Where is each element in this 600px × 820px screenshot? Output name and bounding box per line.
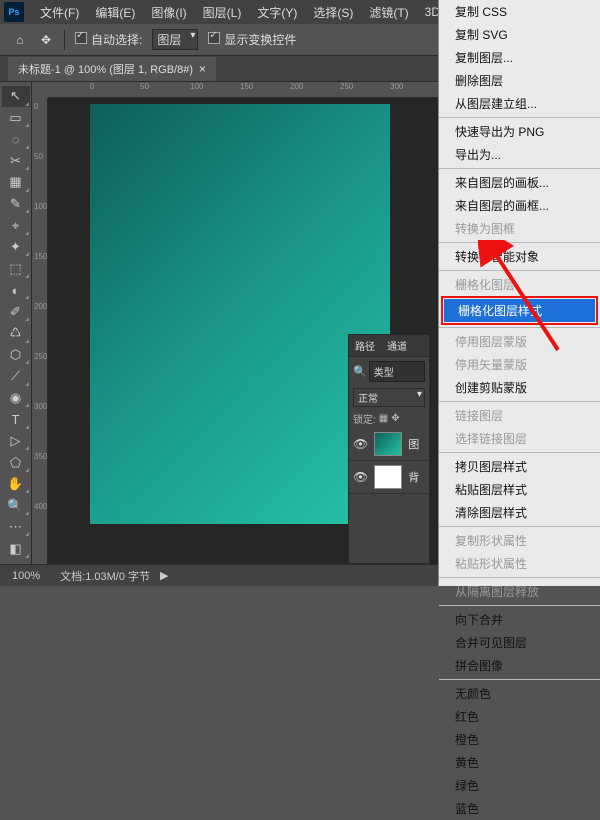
text-tool[interactable]: T: [2, 409, 30, 430]
layer-thumbnail[interactable]: [374, 465, 402, 489]
document-canvas[interactable]: [90, 104, 390, 524]
move-tool-icon[interactable]: ✥: [38, 32, 54, 48]
search-icon: 🔍: [353, 365, 367, 378]
ctx-item[interactable]: 复制 CSS: [439, 0, 600, 23]
ctx-item[interactable]: 无颜色: [439, 682, 600, 705]
eraser-tool[interactable]: ✐: [2, 301, 30, 322]
layer-context-menu: 复制 CSS复制 SVG复制图层...删除图层从图层建立组... 快速导出为 PN…: [438, 0, 600, 586]
crop-tool[interactable]: ✂: [2, 151, 30, 172]
ctx-item: 栅格化图层: [439, 273, 600, 296]
ruler-origin[interactable]: [32, 82, 48, 98]
layer-lock-row: 锁定:▦✥: [349, 409, 429, 428]
ctx-item[interactable]: 粘贴图层样式: [439, 478, 600, 501]
menu-layer[interactable]: 图层(L): [195, 4, 250, 21]
ctx-item: 从隔离图层释放: [439, 580, 600, 603]
ctx-item: 转换为图框: [439, 217, 600, 240]
layer-name[interactable]: 图: [408, 436, 419, 452]
document-tab[interactable]: 未标题-1 @ 100% (图层 1, RGB/8#) ×: [8, 57, 216, 81]
auto-select-target[interactable]: 图层: [152, 29, 198, 50]
ctx-item[interactable]: 黄色: [439, 751, 600, 774]
history-brush-tool[interactable]: ◐: [2, 280, 30, 301]
eyedropper-tool[interactable]: ✎: [2, 194, 30, 215]
ctx-item[interactable]: 来自图层的画框...: [439, 194, 600, 217]
menu-type[interactable]: 文字(Y): [249, 4, 305, 21]
spot-heal-tool[interactable]: ⌖: [2, 215, 30, 236]
hand-tool[interactable]: ✋: [2, 474, 30, 495]
path-select-tool[interactable]: ▷: [2, 431, 30, 452]
layers-panel: ◨▤◑ 路径 通道 🔍 类型 正常 锁定:▦✥ 👁 图 👁 背: [348, 334, 430, 564]
layer-filter-type[interactable]: 类型: [369, 361, 425, 382]
ctx-item: 选择链接图层: [439, 427, 600, 450]
gradient-tool[interactable]: ♺: [2, 323, 30, 344]
ctx-item[interactable]: 清除图层样式: [439, 501, 600, 524]
ctx-item[interactable]: 转换为智能对象: [439, 245, 600, 268]
ctx-item[interactable]: 创建剪贴蒙版: [439, 376, 600, 399]
ctx-item-rasterize-style[interactable]: 栅格化图层样式: [444, 299, 595, 322]
vertical-ruler[interactable]: 0 50 100 150 200 250 300 350 400: [32, 98, 48, 564]
ctx-item[interactable]: 快速导出为 PNG: [439, 120, 600, 143]
zoom-tool[interactable]: 🔍: [2, 495, 30, 516]
menu-image[interactable]: 图像(I): [143, 4, 194, 21]
lasso-tool[interactable]: ◌: [2, 129, 30, 150]
layer-thumbnail[interactable]: [374, 432, 402, 456]
home-icon[interactable]: ⌂: [12, 32, 28, 48]
blur-tool[interactable]: ⬡: [2, 345, 30, 366]
menu-filter[interactable]: 滤镜(T): [361, 4, 416, 21]
ctx-item: 复制形状属性: [439, 529, 600, 552]
paths-tab[interactable]: 路径: [349, 335, 381, 356]
visibility-toggle[interactable]: 👁: [353, 437, 368, 451]
layer-row[interactable]: 👁 背: [349, 461, 429, 494]
zoom-level[interactable]: 100%: [12, 570, 40, 582]
ctx-item[interactable]: 导出为...: [439, 143, 600, 166]
ctx-item[interactable]: 合并可见图层: [439, 631, 600, 654]
tools-palette: ↖ ▭ ◌ ✂ ▦ ✎ ⌖ ✦ ⬚ ◐ ✐ ♺ ⬡ ⟋ ◉ T ▷ ⬠ ✋ 🔍 …: [0, 82, 32, 564]
doc-info[interactable]: 文档:1.03M/0 字节▶: [60, 568, 168, 584]
menu-file[interactable]: 文件(F): [32, 4, 87, 21]
ctx-item[interactable]: 复制图层...: [439, 46, 600, 69]
ctx-item[interactable]: 拼合图像: [439, 654, 600, 677]
ctx-item[interactable]: 删除图层: [439, 69, 600, 92]
ctx-item: 停用矢量蒙版: [439, 353, 600, 376]
ctx-item: 链接图层: [439, 404, 600, 427]
dodge-tool[interactable]: ⟋: [2, 366, 30, 387]
show-transform-checkbox[interactable]: 显示变换控件: [208, 31, 296, 48]
panel-dock-icons[interactable]: ◨▤◑: [429, 335, 430, 388]
brush-tool[interactable]: ✦: [2, 237, 30, 258]
ctx-item[interactable]: 橙色: [439, 728, 600, 751]
ctx-item[interactable]: 复制 SVG: [439, 23, 600, 46]
ctx-item[interactable]: 拷贝图层样式: [439, 455, 600, 478]
extra-tools[interactable]: ⋯: [2, 517, 30, 538]
lock-pixels-icon[interactable]: ▦: [379, 413, 388, 424]
close-tab-button[interactable]: ×: [199, 62, 206, 76]
auto-select-checkbox[interactable]: 自动选择:: [75, 31, 142, 48]
blend-mode-select[interactable]: 正常: [353, 388, 425, 407]
frame-tool[interactable]: ▦: [2, 172, 30, 193]
move-tool[interactable]: ↖: [2, 86, 30, 107]
menu-edit[interactable]: 编辑(E): [87, 4, 143, 21]
ctx-item: 粘贴形状属性: [439, 552, 600, 575]
visibility-toggle[interactable]: 👁: [353, 470, 368, 484]
ctx-item[interactable]: 蓝色: [439, 797, 600, 820]
app-logo: Ps: [4, 2, 24, 22]
pen-tool[interactable]: ◉: [2, 388, 30, 409]
lock-position-icon[interactable]: ✥: [391, 413, 399, 424]
channels-tab[interactable]: 通道: [381, 335, 413, 356]
ctx-item[interactable]: 来自图层的画板...: [439, 171, 600, 194]
layer-name[interactable]: 背: [408, 469, 419, 485]
marquee-tool[interactable]: ▭: [2, 108, 30, 129]
ctx-item: 停用图层蒙版: [439, 330, 600, 353]
shape-tool[interactable]: ⬠: [2, 452, 30, 473]
layer-row[interactable]: 👁 图: [349, 428, 429, 461]
menu-select[interactable]: 选择(S): [305, 4, 361, 21]
color-swap[interactable]: ◧: [2, 538, 30, 559]
clone-stamp-tool[interactable]: ⬚: [2, 258, 30, 279]
ctx-item[interactable]: 从图层建立组...: [439, 92, 600, 115]
ctx-item[interactable]: 红色: [439, 705, 600, 728]
ctx-item[interactable]: 向下合并: [439, 608, 600, 631]
document-title: 未标题-1 @ 100% (图层 1, RGB/8#): [18, 61, 193, 77]
ctx-item[interactable]: 绿色: [439, 774, 600, 797]
